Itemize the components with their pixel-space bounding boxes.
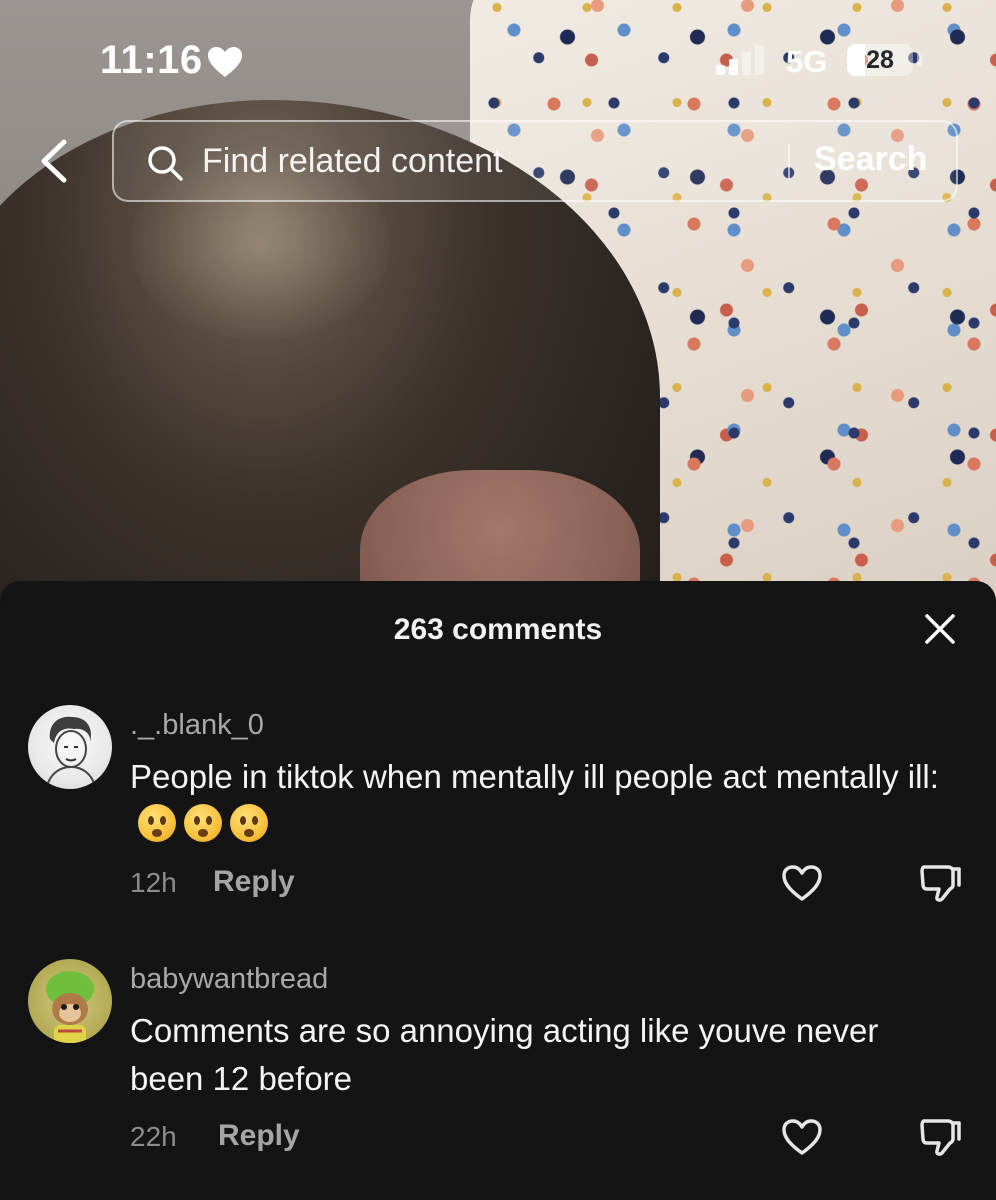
network-type: 5G [786,44,828,79]
comments-count: 263 comments [393,613,603,646]
close-icon[interactable] [922,611,958,647]
avatar-portrait [45,716,97,789]
comment-timestamp: 22h [130,1121,177,1152]
thumbs-down-icon[interactable] [918,861,962,905]
comment-username[interactable]: ._.blank_0 [130,709,264,742]
heart-icon [208,47,242,77]
avatar[interactable] [28,705,112,789]
reply-button[interactable]: Reply [218,1119,300,1153]
avatar[interactable] [28,959,112,1043]
battery-indicator: 28 [847,44,913,76]
heart-outline-icon[interactable] [780,863,824,903]
search-bar[interactable]: Find related content Search [112,120,958,202]
heart-outline-icon[interactable] [780,1117,824,1157]
reply-button[interactable]: Reply [213,865,295,899]
hushed-face-emoji [184,804,222,842]
battery-level: 28 [866,46,894,74]
status-time: 11:16 [100,38,203,82]
search-button[interactable]: Search [814,140,927,179]
comment-text: People in tiktok when mentally ill peopl… [130,753,950,849]
hushed-face-emoji [138,804,176,842]
comment-text: Comments are so annoying acting like you… [130,1012,879,1097]
battery-nub [917,54,922,66]
comment-username[interactable]: babywantbread [130,963,328,996]
avatar-plush-toy [46,971,94,1043]
comment-text-body: People in tiktok when mentally ill peopl… [130,758,939,795]
signal-bars-icon [716,45,764,75]
search-divider [788,144,790,180]
search-input[interactable]: Find related content [202,142,503,181]
thumbs-down-icon[interactable] [918,1115,962,1159]
chevron-left-icon[interactable] [36,138,76,184]
comments-panel: 263 comments ._.blank_0 People in tiktok… [0,581,996,1200]
hushed-face-emoji [230,804,268,842]
search-icon [148,146,183,181]
status-bar: 11:16 5G 28 [0,0,996,110]
comment-timestamp: 12h [130,867,177,898]
